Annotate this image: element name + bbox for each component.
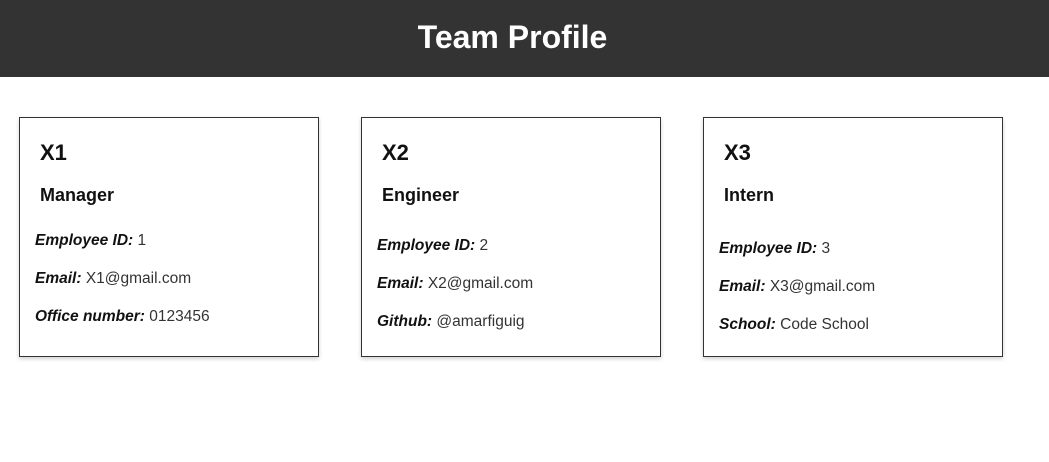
employee-card-manager: X1 Manager Employee ID: 1 Email: X1@gmai… bbox=[19, 117, 319, 357]
school-label: School: bbox=[719, 316, 776, 333]
email-line: Email: X3@gmail.com bbox=[719, 277, 992, 315]
school-value: Code School bbox=[780, 316, 869, 333]
email-label: Email: bbox=[719, 278, 766, 295]
employee-id-value: 3 bbox=[821, 240, 831, 257]
employee-id-line: Employee ID: 3 bbox=[719, 239, 992, 277]
github-line: Github: @amarfiguig bbox=[377, 312, 650, 350]
employee-info: Employee ID: 1 Email: X1@gmail.com Offic… bbox=[35, 231, 308, 345]
school-line: School: Code School bbox=[719, 315, 992, 353]
email-value: X1@gmail.com bbox=[85, 270, 192, 287]
employee-info: Employee ID: 2 Email: X2@gmail.com Githu… bbox=[377, 236, 650, 350]
email-label: Email: bbox=[377, 275, 424, 292]
page-title: Team Profile bbox=[417, 19, 608, 55]
employee-id-label: Employee ID: bbox=[35, 232, 134, 249]
github-value: @amarfiguig bbox=[436, 313, 525, 330]
team-cards-container: X1 Manager Employee ID: 1 Email: X1@gmai… bbox=[0, 77, 1049, 462]
employee-id-value: 1 bbox=[137, 232, 147, 249]
employee-id-line: Employee ID: 2 bbox=[377, 236, 650, 274]
office-number-value: 0123456 bbox=[149, 308, 210, 325]
employee-card-intern: X3 Intern Employee ID: 3 Email: X3@gmail… bbox=[703, 117, 1003, 357]
email-line: Email: X2@gmail.com bbox=[377, 274, 650, 312]
employee-name: X3 bbox=[724, 140, 751, 165]
employee-id-value: 2 bbox=[479, 237, 489, 254]
github-label: Github: bbox=[377, 313, 433, 330]
office-number-label: Office number: bbox=[35, 308, 145, 325]
employee-name: X2 bbox=[382, 140, 409, 165]
employee-id-label: Employee ID: bbox=[377, 237, 476, 254]
office-number-line: Office number: 0123456 bbox=[35, 307, 308, 345]
employee-id-label: Employee ID: bbox=[719, 240, 818, 257]
employee-role: Engineer bbox=[382, 185, 460, 205]
employee-card-engineer: X2 Engineer Employee ID: 2 Email: X2@gma… bbox=[361, 117, 661, 357]
employee-role: Manager bbox=[40, 185, 115, 205]
email-value: X2@gmail.com bbox=[427, 275, 534, 292]
email-label: Email: bbox=[35, 270, 82, 287]
employee-role: Intern bbox=[724, 185, 775, 205]
employee-name: X1 bbox=[40, 140, 67, 165]
employee-info: Employee ID: 3 Email: X3@gmail.com Schoo… bbox=[719, 239, 992, 353]
email-value: X3@gmail.com bbox=[769, 278, 876, 295]
email-line: Email: X1@gmail.com bbox=[35, 269, 308, 307]
page-header: Team Profile bbox=[0, 0, 1049, 77]
employee-id-line: Employee ID: 1 bbox=[35, 231, 308, 269]
